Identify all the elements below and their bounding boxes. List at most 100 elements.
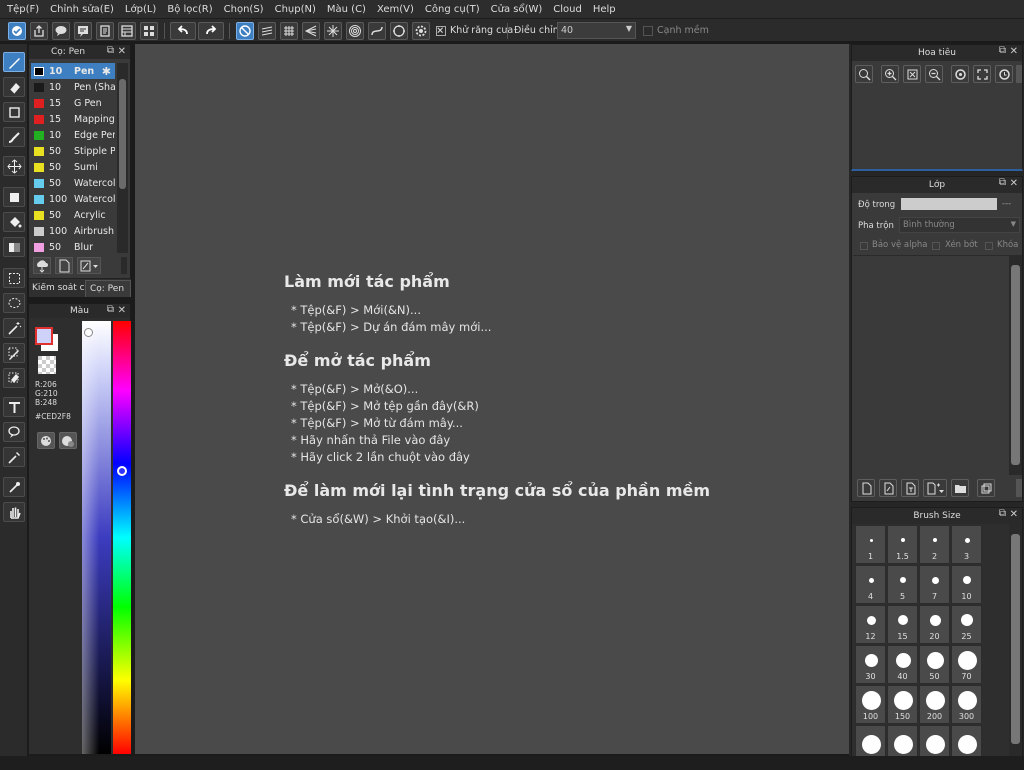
tab-brush-control[interactable]: Kiểm soát cọ: [32, 283, 86, 293]
close-icon[interactable]: ✕: [1010, 509, 1018, 520]
opacity-slider[interactable]: [901, 198, 997, 210]
settings-icon[interactable]: [412, 22, 430, 40]
brush-item[interactable]: 10 Pen (Sha: [31, 79, 115, 95]
zoom-out-icon[interactable]: [925, 65, 943, 83]
fullscreen-icon[interactable]: [973, 65, 991, 83]
move-tool-icon[interactable]: [3, 156, 25, 176]
brush-item[interactable]: 50 Blur: [31, 239, 115, 255]
antialias-checkbox[interactable]: [436, 26, 446, 36]
menu-item[interactable]: Chụp(N): [271, 4, 323, 15]
lock-checkbox[interactable]: [985, 242, 993, 250]
gradient-tool-icon[interactable]: [3, 237, 25, 257]
new-text-layer-icon[interactable]: [901, 479, 919, 497]
undo-icon[interactable]: [170, 22, 196, 40]
brush-size-cell[interactable]: 15: [887, 605, 918, 644]
radial-line-icon[interactable]: [324, 22, 342, 40]
close-icon[interactable]: ✕: [1010, 46, 1018, 57]
menu-item[interactable]: Cloud: [549, 4, 589, 15]
popout-icon[interactable]: ⧉: [107, 304, 114, 315]
brush-item[interactable]: 50 Acrylic: [31, 207, 115, 223]
brush-size-cell[interactable]: 3: [951, 525, 982, 564]
brush-size-cell[interactable]: 7: [919, 565, 950, 604]
brush-item[interactable]: 15 G Pen: [31, 95, 115, 111]
text-tool-icon[interactable]: [3, 397, 25, 417]
parallel-ruler-icon[interactable]: [258, 22, 276, 40]
hue-picker-handle[interactable]: [117, 466, 127, 476]
rectangle-fill-icon[interactable]: [3, 187, 25, 207]
color-mixer-icon[interactable]: [59, 432, 77, 449]
brush-size-cell[interactable]: 1.5: [887, 525, 918, 564]
menu-item[interactable]: Cửa sổ(W): [487, 4, 550, 15]
menu-item[interactable]: Help: [589, 4, 623, 15]
hand-tool-icon[interactable]: [3, 502, 25, 522]
brush-size-cell[interactable]: [855, 725, 886, 756]
protect-alpha-checkbox[interactable]: [860, 242, 868, 250]
brush-item[interactable]: 100 Watercolo: [31, 191, 115, 207]
speech-bubble-icon[interactable]: [52, 22, 70, 40]
adjust-select[interactable]: 40 ▼: [557, 22, 636, 39]
select-pen-icon[interactable]: [3, 343, 25, 363]
popout-icon[interactable]: ⧉: [107, 45, 114, 56]
soft-edge-checkbox[interactable]: [643, 26, 653, 36]
perspective-icon[interactable]: [302, 22, 320, 40]
brush-size-cell[interactable]: 5: [887, 565, 918, 604]
redo-icon[interactable]: [198, 22, 224, 40]
menu-item[interactable]: Lớp(L): [121, 4, 163, 15]
brush-item[interactable]: 50 Stipple Pe: [31, 143, 115, 159]
brush-size-cell[interactable]: 200: [919, 685, 950, 724]
brush-size-cell[interactable]: 40: [887, 645, 918, 684]
popout-icon[interactable]: ⧉: [999, 508, 1006, 519]
gear-icon[interactable]: ✱: [102, 65, 111, 78]
brush-size-cell[interactable]: [887, 725, 918, 756]
brush-tool-icon[interactable]: [3, 127, 25, 147]
close-icon[interactable]: ✕: [1010, 178, 1018, 189]
brush-size-cell[interactable]: [919, 725, 950, 756]
brush-item[interactable]: 10 Edge Pen: [31, 127, 115, 143]
brush-size-cell[interactable]: 50: [919, 645, 950, 684]
menu-item[interactable]: Công cụ(T): [421, 4, 487, 15]
transparent-color-swatch[interactable]: [38, 356, 56, 374]
panel-layout-icon[interactable]: [118, 22, 136, 40]
brush-item[interactable]: 100 Airbrush: [31, 223, 115, 239]
magic-wand-icon[interactable]: [3, 318, 25, 338]
brush-size-cell[interactable]: 150: [887, 685, 918, 724]
brush-size-cell[interactable]: 300: [951, 685, 982, 724]
foreground-color-swatch[interactable]: [35, 327, 53, 345]
brush-size-cell[interactable]: 20: [919, 605, 950, 644]
brush-size-cell[interactable]: 1: [855, 525, 886, 564]
brush-size-scrollbar[interactable]: [1009, 524, 1022, 756]
color-palette-icon[interactable]: [37, 432, 55, 449]
close-icon[interactable]: ✕: [118, 46, 126, 57]
brush-size-cell[interactable]: 70: [951, 645, 982, 684]
brush-size-cell[interactable]: [951, 725, 982, 756]
brush-options-icon[interactable]: [77, 257, 101, 274]
rotate-right-icon[interactable]: [995, 65, 1013, 83]
menu-item[interactable]: Tệp(F): [3, 4, 46, 15]
brush-item[interactable]: 10 Pen ✱: [31, 63, 115, 79]
concentric-circle-icon[interactable]: [346, 22, 364, 40]
comment-icon[interactable]: [74, 22, 92, 40]
tab-brush-pen[interactable]: Cọ: Pen: [85, 280, 131, 297]
brush-item[interactable]: 50 Sumi: [31, 159, 115, 175]
new-brush-icon[interactable]: [55, 257, 73, 274]
grid-layout-icon[interactable]: [140, 22, 158, 40]
clipping-checkbox[interactable]: [932, 242, 940, 250]
popout-icon[interactable]: ⧉: [999, 45, 1006, 56]
pen-tool-icon[interactable]: [3, 52, 25, 72]
sv-picker-handle[interactable]: [84, 328, 93, 337]
brush-size-cell[interactable]: 2: [919, 525, 950, 564]
zoom-in-icon[interactable]: [881, 65, 899, 83]
brush-size-cell[interactable]: 30: [855, 645, 886, 684]
close-icon[interactable]: ✕: [118, 305, 126, 316]
document-icon[interactable]: [96, 22, 114, 40]
brush-size-cell[interactable]: 10: [951, 565, 982, 604]
select-rect-icon[interactable]: [3, 268, 25, 288]
eraser-tool-icon[interactable]: [3, 77, 25, 97]
folder-icon[interactable]: [951, 479, 969, 497]
brush-size-cell[interactable]: 12: [855, 605, 886, 644]
brush-item[interactable]: 50 Watercolo: [31, 175, 115, 191]
square-tool-icon[interactable]: [3, 102, 25, 122]
cloud-download-icon[interactable]: [33, 257, 51, 274]
menu-item[interactable]: Chỉnh sửa(E): [46, 4, 121, 15]
popout-icon[interactable]: ⧉: [999, 177, 1006, 188]
